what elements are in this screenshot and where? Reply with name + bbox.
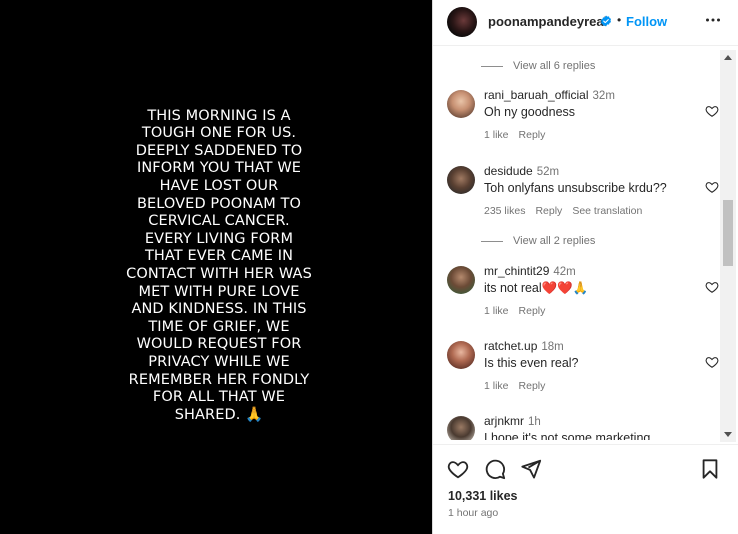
comment-likes[interactable]: 1 like: [484, 129, 509, 141]
caption-line: SHARED.: [174, 406, 241, 423]
caption-line: EVERY LIVING FORM: [144, 230, 294, 247]
commenter-username[interactable]: desidude: [484, 164, 533, 178]
caption-line: PRIVACY WHILE WE: [148, 353, 290, 370]
caption-line: AND KINDNESS. IN THIS: [131, 301, 307, 318]
comment-meta: 1 like Reply: [484, 129, 545, 141]
author-avatar[interactable]: [447, 7, 477, 37]
see-translation-button[interactable]: See translation: [572, 205, 642, 217]
scrollbar-thumb[interactable]: [723, 200, 733, 266]
commenter-avatar[interactable]: [447, 416, 475, 440]
comments-panel: poonampandeyreal • Follow View all 6 rep…: [432, 0, 738, 534]
comment-text: Toh onlyfans unsubscribe krdu??: [484, 181, 667, 195]
caption-line-last: SHARED. 🙏: [124, 407, 314, 425]
post-media[interactable]: THIS MORNING IS A TOUGH ONE FOR US. DEEP…: [0, 0, 432, 534]
comment-header: mr_chintit29 42m: [484, 264, 576, 278]
author-username[interactable]: poonampandeyreal: [488, 14, 607, 29]
commenter-avatar[interactable]: [447, 166, 475, 194]
comment-text: its not real: [484, 281, 542, 295]
post-actions-bar: 10,331 likes 1 hour ago: [433, 444, 738, 534]
comment-time: 42m: [553, 266, 576, 278]
share-send-icon[interactable]: [520, 458, 542, 480]
caption-line: TIME OF GRIEF, WE: [148, 318, 290, 335]
caption-line: REMEMBER HER FONDLY: [128, 371, 310, 388]
caption-line: CONTACT WITH HER WAS: [126, 266, 312, 282]
scroll-down-arrow-icon[interactable]: [724, 432, 732, 437]
caption-line: THIS MORNING IS A: [147, 107, 291, 124]
commenter-avatar[interactable]: [447, 266, 475, 294]
view-replies-button[interactable]: View all 6 replies: [481, 60, 595, 72]
comment-header: ratchet.up 18m: [484, 339, 564, 353]
comment-likes[interactable]: 1 like: [484, 305, 509, 317]
comment-meta: 1 like Reply: [484, 380, 545, 392]
comment-meta: 1 like Reply: [484, 305, 545, 317]
comment-time: 1h: [528, 416, 541, 428]
hearts-pray-emoji: ❤️❤️🙏: [541, 281, 589, 295]
separator-dot: •: [617, 13, 622, 27]
caption-line: DEEPLY SADDENED TO: [135, 142, 303, 159]
like-comment-heart-icon[interactable]: [705, 280, 719, 294]
praying-hands-emoji: 🙏: [245, 406, 264, 423]
verified-badge-icon: [601, 15, 611, 27]
post-caption-text: THIS MORNING IS A TOUGH ONE FOR US. DEEP…: [124, 108, 314, 425]
comment-header: rani_baruah_official 32m: [484, 88, 615, 102]
comment-text: Oh ny goodness: [484, 105, 576, 119]
likes-count[interactable]: 10,331 likes: [448, 489, 518, 503]
comment-text-row: its not real❤️❤️🙏: [484, 281, 588, 296]
comment-meta: 235 likes Reply See translation: [484, 205, 642, 217]
caption-line: MET WITH PURE LOVE: [138, 283, 300, 300]
comment-bubble-icon[interactable]: [484, 458, 506, 480]
commenter-avatar[interactable]: [447, 341, 475, 369]
post-time-ago: 1 hour ago: [448, 507, 499, 519]
view-replies-label: View all 2 replies: [513, 235, 596, 247]
comment-header: arjnkmr 1h: [484, 414, 541, 428]
comment-text: I hope it's not some marketing: [484, 431, 651, 440]
reply-button[interactable]: Reply: [519, 380, 546, 392]
comment-time: 18m: [541, 341, 564, 353]
comments-list[interactable]: View all 6 replies rani_baruah_official 3…: [433, 50, 721, 440]
reply-button[interactable]: Reply: [535, 205, 562, 217]
comment-time: 32m: [592, 90, 615, 102]
reply-button[interactable]: Reply: [519, 305, 546, 317]
save-bookmark-icon[interactable]: [699, 458, 721, 480]
comment-likes[interactable]: 235 likes: [484, 205, 525, 217]
commenter-username[interactable]: rani_baruah_official: [484, 88, 589, 102]
more-options-icon[interactable]: [705, 12, 721, 28]
like-comment-heart-icon[interactable]: [705, 180, 719, 194]
post-header: poonampandeyreal • Follow: [433, 0, 738, 46]
caption-line: THAT EVER CAME IN: [144, 248, 294, 265]
like-comment-heart-icon[interactable]: [705, 355, 719, 369]
comments-scrollbar[interactable]: [720, 50, 736, 442]
caption-line: BELOVED POONAM TO: [136, 195, 302, 212]
comment-time: 52m: [536, 166, 560, 178]
commenter-avatar[interactable]: [447, 90, 475, 118]
like-comment-heart-icon[interactable]: [705, 104, 719, 118]
caption-line: WOULD REQUEST FOR: [136, 336, 302, 353]
caption-line: FOR ALL THAT WE: [152, 389, 286, 406]
view-replies-label: View all 6 replies: [513, 60, 596, 72]
comment-header: desidude 52m: [484, 164, 559, 178]
commenter-username[interactable]: ratchet.up: [484, 339, 537, 353]
caption-line: TOUGH ONE FOR US.: [141, 125, 297, 142]
reply-divider-line: [481, 240, 503, 242]
follow-button[interactable]: Follow: [626, 14, 667, 29]
caption-line: CERVICAL CANCER.: [148, 213, 290, 230]
reply-button[interactable]: Reply: [519, 129, 546, 141]
like-heart-icon[interactable]: [447, 458, 469, 480]
comment-likes[interactable]: 1 like: [484, 380, 509, 392]
view-replies-button[interactable]: View all 2 replies: [481, 235, 595, 247]
caption-line: INFORM YOU THAT WE: [136, 160, 302, 177]
scroll-up-arrow-icon[interactable]: [724, 55, 732, 60]
reply-divider-line: [481, 65, 503, 67]
commenter-username[interactable]: arjnkmr: [484, 414, 524, 428]
commenter-username[interactable]: mr_chintit29: [484, 264, 549, 278]
comment-text: Is this even real?: [484, 356, 579, 370]
caption-line: HAVE LOST OUR: [159, 178, 279, 195]
